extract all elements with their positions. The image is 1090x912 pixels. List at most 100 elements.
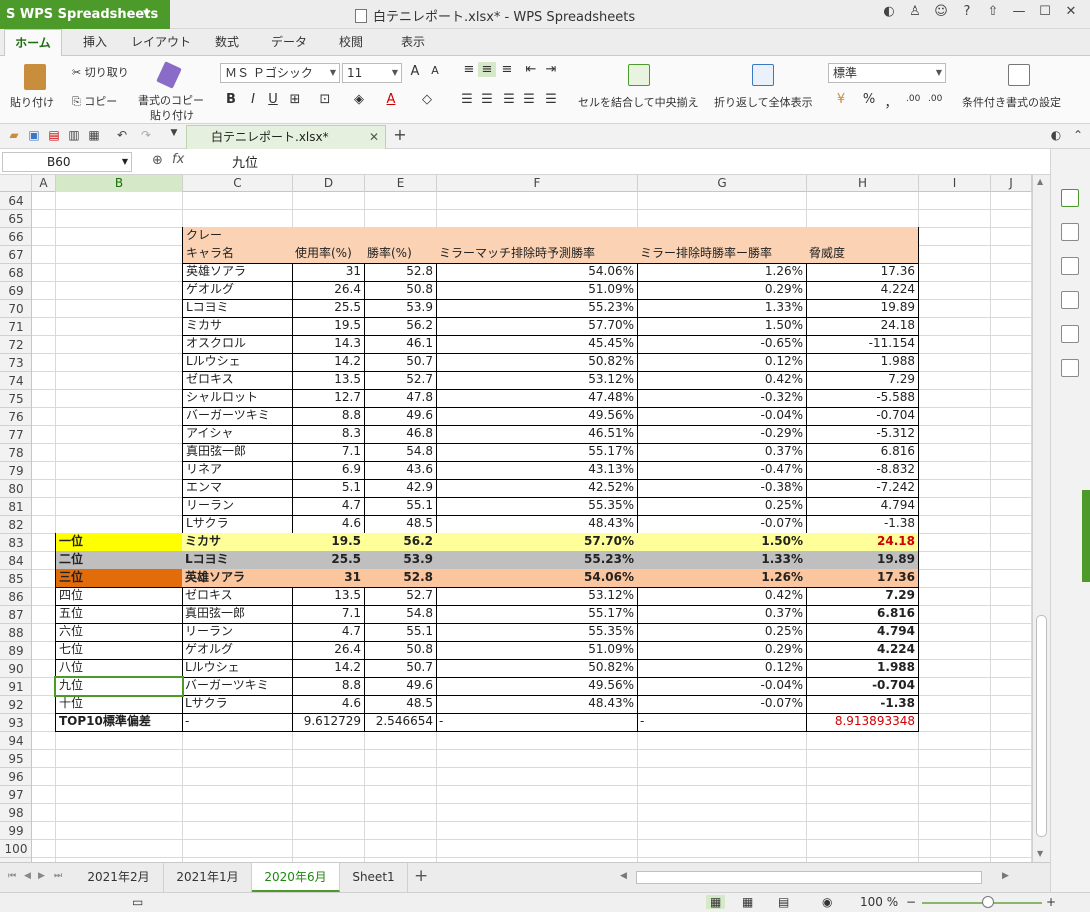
column-header[interactable]: E xyxy=(365,175,437,192)
cell[interactable]: 24.18 xyxy=(806,317,919,336)
file-tab[interactable]: 白テニレポート.xlsx* ✕ xyxy=(186,125,386,149)
cell[interactable]: 一位 xyxy=(55,533,183,552)
zoom-in-icon[interactable]: + xyxy=(1046,895,1056,909)
maximize-button[interactable]: ☐ xyxy=(1034,4,1056,19)
print-icon[interactable]: ▥ xyxy=(66,128,82,144)
column-header[interactable]: C xyxy=(183,175,293,192)
cell[interactable]: 六位 xyxy=(55,623,183,642)
cell[interactable]: 46.51% xyxy=(436,425,638,444)
row-header[interactable]: 75 xyxy=(0,390,31,408)
cell[interactable]: 55.23% xyxy=(436,551,638,570)
cell[interactable]: 53.12% xyxy=(436,587,638,606)
cell[interactable]: 2.546654 xyxy=(364,713,437,732)
cell[interactable]: Lサクラ xyxy=(182,695,293,714)
sync-icon[interactable]: ◐ xyxy=(1048,128,1064,144)
cell[interactable]: 4.6 xyxy=(292,695,365,714)
cell[interactable]: 七位 xyxy=(55,641,183,660)
cell[interactable]: 4.224 xyxy=(806,281,919,300)
align-bottom-icon[interactable]: ≡ xyxy=(498,62,516,77)
pane-toggle-handle[interactable] xyxy=(1082,490,1090,582)
format-painter-label-2[interactable]: 貼り付け xyxy=(150,107,194,123)
redo-icon[interactable]: ↷ xyxy=(138,128,154,144)
cell[interactable]: キャラ名 xyxy=(182,245,293,264)
cell[interactable]: 9.612729 xyxy=(292,713,365,732)
cell[interactable]: -0.29% xyxy=(637,425,807,444)
cell[interactable]: 49.56% xyxy=(436,677,638,696)
cell[interactable]: ゼロキス xyxy=(182,587,293,606)
cell[interactable]: -0.32% xyxy=(637,389,807,408)
name-box[interactable]: B60 ▼ xyxy=(2,152,132,172)
skin-icon[interactable]: ◐ xyxy=(878,4,900,19)
row-header[interactable]: 94 xyxy=(0,732,31,750)
cell[interactable]: -0.04% xyxy=(637,677,807,696)
cell[interactable]: 51.09% xyxy=(436,641,638,660)
tab-review[interactable]: 校閲 xyxy=(324,29,378,56)
cell[interactable]: 51.09% xyxy=(436,281,638,300)
first-sheet-icon[interactable]: ⏮ xyxy=(8,871,16,881)
cell[interactable]: 49.6 xyxy=(364,407,437,426)
row-header[interactable]: 99 xyxy=(0,822,31,840)
row-header[interactable]: 77 xyxy=(0,426,31,444)
row-header[interactable]: 68 xyxy=(0,264,31,282)
cell[interactable]: 7.29 xyxy=(806,587,919,606)
tab-formulas[interactable]: 数式 xyxy=(200,29,254,56)
cell[interactable]: -0.07% xyxy=(637,515,807,534)
cell[interactable]: 0.29% xyxy=(637,641,807,660)
cell[interactable]: ミラー排除時勝率ー勝率 xyxy=(637,245,807,264)
cell[interactable]: 55.35% xyxy=(436,623,638,642)
attributes-icon[interactable] xyxy=(1061,257,1079,275)
cell[interactable]: Lコヨミ xyxy=(182,299,293,318)
cell[interactable]: 56.2 xyxy=(364,533,437,552)
cell[interactable]: 53.9 xyxy=(364,551,437,570)
cell[interactable]: 31 xyxy=(292,263,365,282)
font-name-select[interactable]: ＭＳ Ｐゴシック ▼ xyxy=(220,63,340,83)
row-header[interactable]: 83 xyxy=(0,534,31,552)
cell[interactable]: 50.82% xyxy=(436,659,638,678)
zoom-out-icon[interactable]: − xyxy=(906,895,916,909)
scroll-right-icon[interactable]: ▶ xyxy=(1002,871,1009,881)
cut-button[interactable]: ✂ 切り取り xyxy=(72,64,129,80)
cell[interactable]: 1.50% xyxy=(637,317,807,336)
qat-more-icon[interactable]: ▼ xyxy=(166,128,182,144)
cell[interactable]: 脅威度 xyxy=(806,245,919,264)
row-header[interactable]: 92 xyxy=(0,696,31,714)
cell[interactable]: 14.2 xyxy=(292,353,365,372)
cell[interactable]: 0.12% xyxy=(637,659,807,678)
cell[interactable]: 19.5 xyxy=(292,317,365,336)
cell[interactable]: 43.6 xyxy=(364,461,437,480)
document-icon[interactable] xyxy=(1061,325,1079,343)
cell[interactable]: アイシャ xyxy=(182,425,293,444)
cell[interactable]: エンマ xyxy=(182,479,293,498)
cell[interactable]: -0.47% xyxy=(637,461,807,480)
cell[interactable]: 19.89 xyxy=(806,551,919,570)
tab-home[interactable]: ホーム xyxy=(4,29,62,57)
cell[interactable]: 54.06% xyxy=(436,569,638,588)
cell[interactable]: -5.312 xyxy=(806,425,919,444)
backup-icon[interactable] xyxy=(1061,359,1079,377)
app-menu-button[interactable]: S WPS Spreadsheets ▼ xyxy=(0,0,170,29)
cell[interactable]: 7.1 xyxy=(292,443,365,462)
cell[interactable]: クレー xyxy=(182,227,919,246)
collapse-ribbon-icon[interactable]: ⌃ xyxy=(1070,128,1086,144)
formula-input[interactable]: 九位 xyxy=(232,152,258,171)
normal-view-icon[interactable]: ▦ xyxy=(706,895,726,909)
cell[interactable]: 4.794 xyxy=(806,497,919,516)
cell[interactable]: 57.70% xyxy=(436,317,638,336)
sheet-tab-active[interactable]: 2020年6月 xyxy=(252,863,340,892)
align-center-icon[interactable]: ☰ xyxy=(478,92,496,107)
cell[interactable]: 6.816 xyxy=(806,443,919,462)
row-header[interactable]: 78 xyxy=(0,444,31,462)
cell[interactable]: 8.3 xyxy=(292,425,365,444)
cell[interactable]: -0.704 xyxy=(806,407,919,426)
pdf-icon[interactable]: ▤ xyxy=(46,128,62,144)
font-grow-icon[interactable]: A xyxy=(406,64,424,79)
indent-increase-icon[interactable]: ⇥ xyxy=(542,62,560,77)
cell[interactable]: 真田弦一郎 xyxy=(182,443,293,462)
indent-decrease-icon[interactable]: ⇤ xyxy=(522,62,540,77)
cell[interactable]: - xyxy=(436,713,638,732)
cell[interactable]: 8.8 xyxy=(292,407,365,426)
sheet-tab[interactable]: 2021年1月 xyxy=(164,863,252,892)
row-header[interactable]: 80 xyxy=(0,480,31,498)
close-tab-icon[interactable]: ✕ xyxy=(369,126,379,148)
cell-style-icon[interactable]: ⊡ xyxy=(316,92,334,107)
